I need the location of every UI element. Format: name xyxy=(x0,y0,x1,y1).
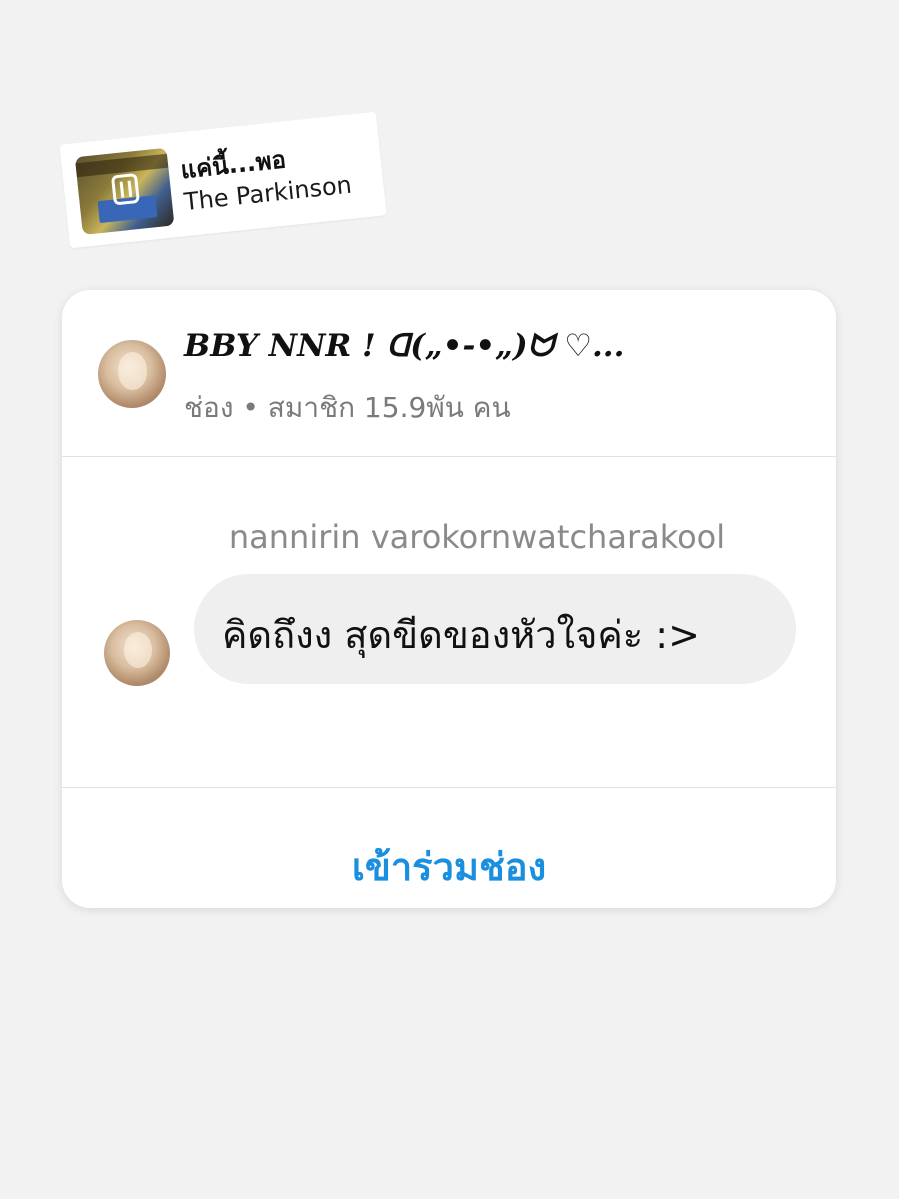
channel-avatar xyxy=(98,340,166,408)
channel-card: BBY NNR ! ᗡ(„•-•„)ᗢ ♡... ช่อง • สมาชิก 1… xyxy=(62,290,836,908)
message-sender-name: nannirin varokornwatcharakool xyxy=(228,518,726,556)
channel-header[interactable]: BBY NNR ! ᗡ(„•-•„)ᗢ ♡... ช่อง • สมาชิก 1… xyxy=(62,290,836,457)
channel-name: BBY NNR ! ᗡ(„•-•„)ᗢ ♡... xyxy=(184,328,625,364)
message-text: คิดถึงง สุดขีดของหัวใจค่ะ :> xyxy=(222,613,700,657)
join-channel-button[interactable]: เข้าร่วมช่อง xyxy=(62,788,836,908)
channel-meta: ช่อง • สมาชิก 15.9พัน คน xyxy=(184,391,511,424)
sender-avatar xyxy=(104,620,170,686)
music-bars-icon xyxy=(110,172,140,206)
join-channel-label: เข้าร่วมช่อง xyxy=(351,846,547,889)
music-sticker[interactable]: แค่นี้...พอ The Parkinson xyxy=(59,111,387,249)
album-art xyxy=(74,147,175,235)
message-bubble: คิดถึงง สุดขีดของหัวใจค่ะ :> xyxy=(194,574,796,684)
